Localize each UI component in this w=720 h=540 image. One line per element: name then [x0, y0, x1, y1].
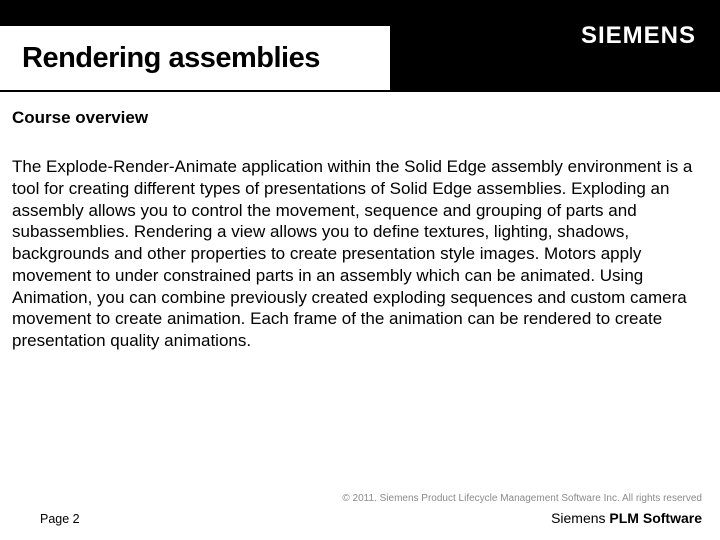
section-subtitle: Course overview	[12, 108, 148, 128]
slide: Rendering assemblies SIEMENS Course over…	[0, 0, 720, 540]
footer: © 2011. Siemens Product Lifecycle Manage…	[0, 480, 720, 540]
copyright-text: © 2011. Siemens Product Lifecycle Manage…	[342, 493, 702, 504]
footer-brand-bold: PLM Software	[609, 510, 702, 526]
title-box: Rendering assemblies	[0, 26, 390, 90]
slide-title: Rendering assemblies	[22, 42, 320, 75]
footer-brand: Siemens PLM Software	[551, 510, 702, 526]
footer-brand-prefix: Siemens	[551, 510, 609, 526]
page-number: Page 2	[40, 512, 80, 526]
siemens-logo: SIEMENS	[581, 22, 696, 50]
body-paragraph: The Explode-Render-Animate application w…	[12, 156, 708, 352]
